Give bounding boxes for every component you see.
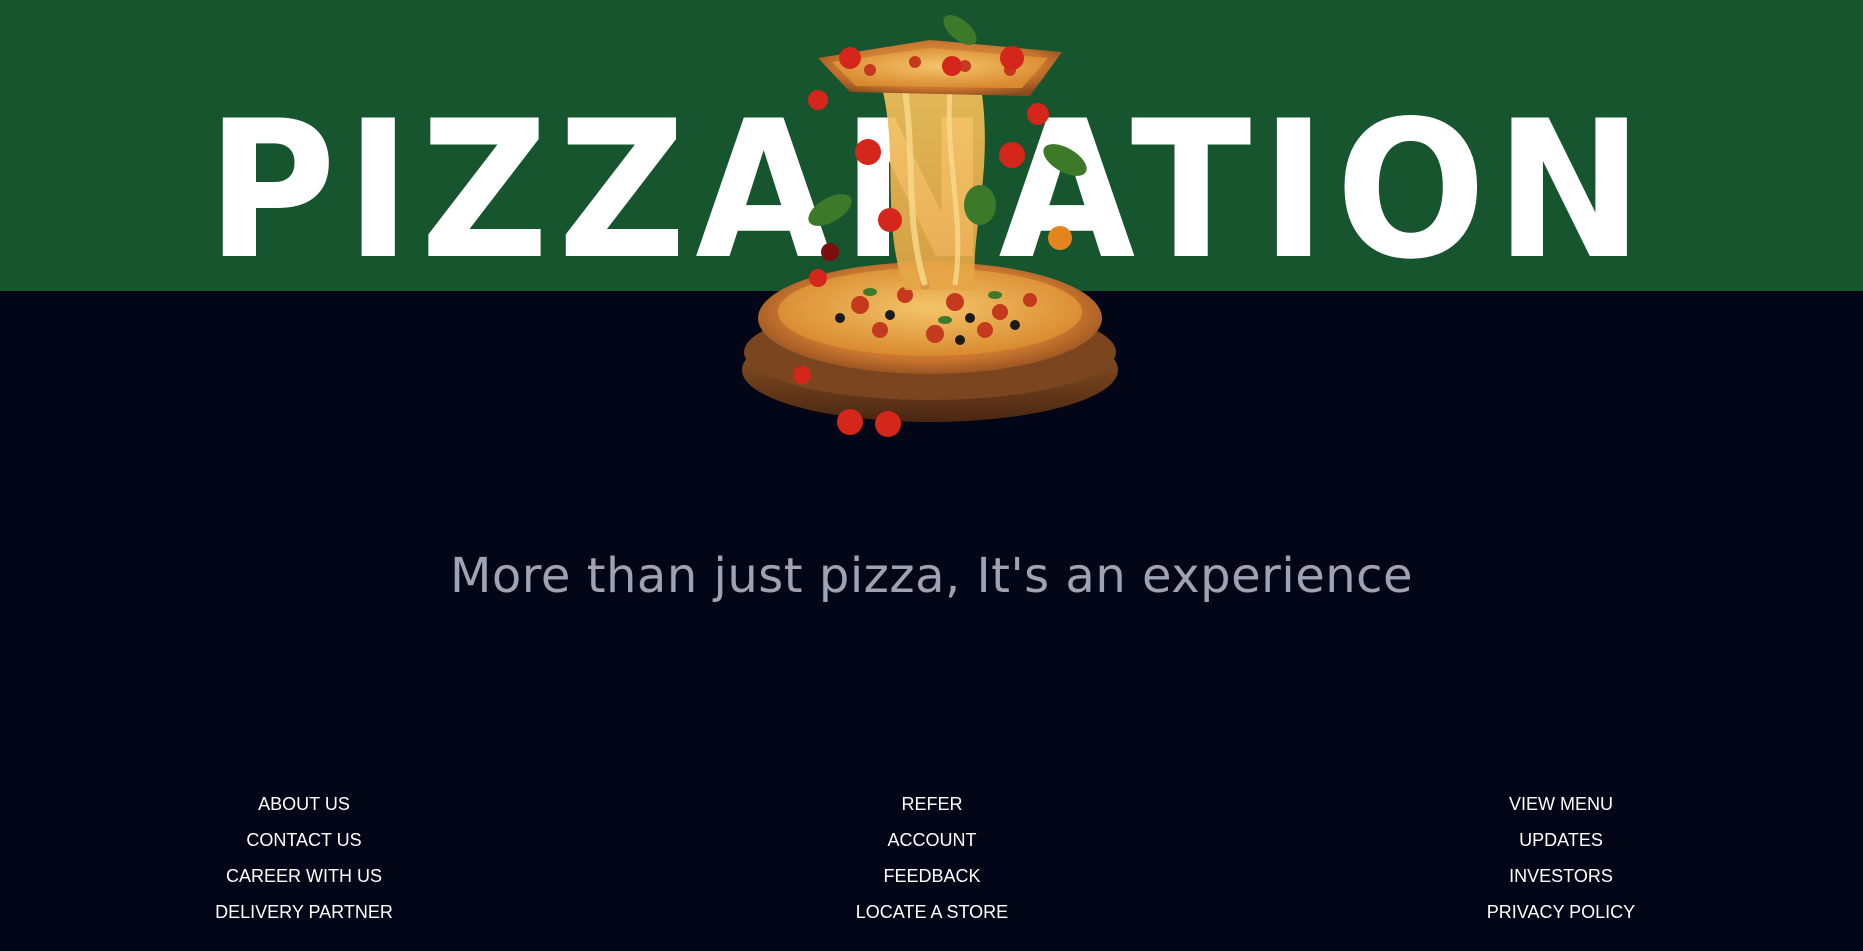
- footer-link-career-with-us[interactable]: CAREER WITH US: [124, 858, 484, 894]
- footer-column-account: REFER ACCOUNT FEEDBACK LOCATE A STORE: [752, 786, 1112, 930]
- footer-nav: ABOUT US CONTACT US CAREER WITH US DELIV…: [0, 786, 1863, 926]
- footer-link-investors[interactable]: INVESTORS: [1381, 858, 1741, 894]
- footer-link-account[interactable]: ACCOUNT: [752, 822, 1112, 858]
- footer-link-locate-a-store[interactable]: LOCATE A STORE: [752, 894, 1112, 930]
- footer-column-info: VIEW MENU UPDATES INVESTORS PRIVACY POLI…: [1381, 786, 1741, 930]
- tagline: More than just pizza, It's an experience: [449, 548, 1414, 604]
- landing-page: PIZZANATION: [0, 0, 1863, 951]
- footer-link-contact-us[interactable]: CONTACT US: [124, 822, 484, 858]
- pizza-image: [742, 15, 1118, 437]
- footer-column-company: ABOUT US CONTACT US CAREER WITH US DELIV…: [124, 786, 484, 930]
- footer-link-delivery-partner[interactable]: DELIVERY PARTNER: [124, 894, 484, 930]
- footer-link-about-us[interactable]: ABOUT US: [124, 786, 484, 822]
- footer-link-feedback[interactable]: FEEDBACK: [752, 858, 1112, 894]
- footer-link-updates[interactable]: UPDATES: [1381, 822, 1741, 858]
- footer-link-privacy-policy[interactable]: PRIVACY POLICY: [1381, 894, 1741, 930]
- footer-link-view-menu[interactable]: VIEW MENU: [1381, 786, 1741, 822]
- footer-link-refer[interactable]: REFER: [752, 786, 1112, 822]
